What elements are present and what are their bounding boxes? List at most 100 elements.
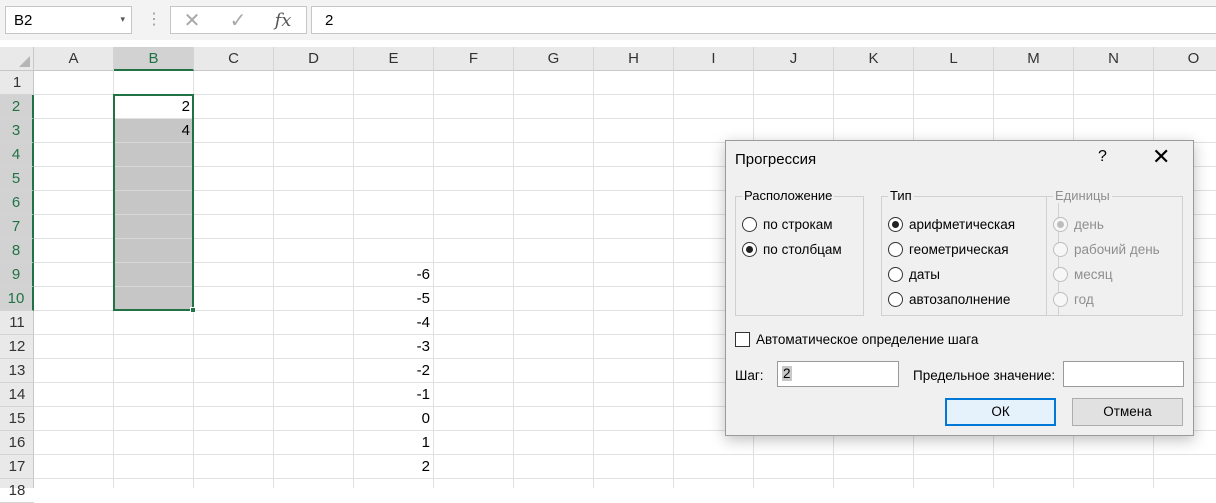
enter-icon[interactable]: ✓ bbox=[226, 9, 250, 33]
auto-step-checkbox[interactable]: Автоматическое определение шага bbox=[735, 331, 978, 349]
limit-label: Предельное значение: bbox=[913, 368, 1056, 383]
option-label: по строкам bbox=[763, 217, 833, 232]
row-header-7[interactable]: 7 bbox=[0, 215, 34, 239]
formula-input[interactable]: 2 bbox=[311, 6, 1216, 34]
step-input[interactable]: 2 bbox=[777, 361, 899, 387]
cancel-icon[interactable]: ✕ bbox=[180, 9, 204, 33]
row-header-8[interactable]: 8 bbox=[0, 239, 34, 263]
radio-circle bbox=[1053, 217, 1068, 232]
row-header-5[interactable]: 5 bbox=[0, 167, 34, 191]
radio-circle bbox=[1053, 267, 1068, 282]
column-header-d[interactable]: D bbox=[274, 47, 354, 71]
column-header-h[interactable]: H bbox=[594, 47, 674, 71]
units-group: Единицы день рабочий день месяц год bbox=[1046, 188, 1183, 316]
column-header-f[interactable]: F bbox=[434, 47, 514, 71]
column-header-k[interactable]: K bbox=[834, 47, 914, 71]
name-box[interactable]: B2 ▾ bbox=[5, 6, 132, 34]
column-header-c[interactable]: C bbox=[194, 47, 274, 71]
fill-handle[interactable] bbox=[190, 307, 196, 313]
row-header-18[interactable]: 18 bbox=[0, 479, 34, 503]
radio-circle bbox=[888, 267, 903, 282]
row-header-17[interactable]: 17 bbox=[0, 455, 34, 479]
close-icon[interactable]: ✕ bbox=[1152, 146, 1170, 168]
cell-e16[interactable]: 1 bbox=[354, 431, 430, 455]
step-value: 2 bbox=[782, 366, 792, 381]
cell-e13[interactable]: -2 bbox=[354, 359, 430, 383]
row-header-4[interactable]: 4 bbox=[0, 143, 34, 167]
row-headers: 1 2 3 4 5 6 7 8 9 10 11 12 13 14 15 16 17 18 bbox=[0, 71, 34, 503]
radio-circle bbox=[1053, 292, 1068, 307]
type-label: Тип bbox=[888, 188, 914, 203]
cell-b2[interactable]: 2 bbox=[114, 95, 190, 119]
option-label: арифметическая bbox=[909, 217, 1016, 232]
select-all-icon bbox=[19, 56, 30, 67]
units-label: Единицы bbox=[1053, 188, 1112, 203]
row-header-3[interactable]: 3 bbox=[0, 119, 34, 143]
formula-bar: B2 ▾ ⋮ ✕ ✓ fx 2 bbox=[0, 0, 1216, 40]
radio-circle bbox=[888, 217, 903, 232]
column-header-n[interactable]: N bbox=[1074, 47, 1154, 71]
column-header-g[interactable]: G bbox=[514, 47, 594, 71]
select-all-button[interactable] bbox=[0, 47, 34, 71]
row-header-15[interactable]: 15 bbox=[0, 407, 34, 431]
radio-autofill[interactable]: автозаполнение bbox=[888, 290, 1010, 310]
column-header-o[interactable]: O bbox=[1154, 47, 1216, 71]
radio-circle bbox=[742, 242, 757, 257]
column-header-e[interactable]: E bbox=[354, 47, 434, 71]
help-icon[interactable]: ? bbox=[1098, 148, 1107, 166]
row-header-16[interactable]: 16 bbox=[0, 431, 34, 455]
row-header-2[interactable]: 2 bbox=[0, 95, 34, 119]
cell-e9[interactable]: -6 bbox=[354, 263, 430, 287]
column-header-i[interactable]: I bbox=[674, 47, 754, 71]
radio-day: день bbox=[1053, 215, 1104, 235]
cell-b3[interactable]: 4 bbox=[114, 119, 190, 143]
checkbox-box bbox=[735, 332, 750, 347]
row-header-10[interactable]: 10 bbox=[0, 287, 34, 311]
cell-e12[interactable]: -3 bbox=[354, 335, 430, 359]
radio-by-rows[interactable]: по строкам bbox=[742, 215, 833, 235]
radio-dates[interactable]: даты bbox=[888, 265, 940, 285]
column-header-m[interactable]: M bbox=[994, 47, 1074, 71]
row-header-12[interactable]: 12 bbox=[0, 335, 34, 359]
radio-arithmetic[interactable]: арифметическая bbox=[888, 215, 1015, 235]
option-label: рабочий день bbox=[1074, 242, 1160, 257]
cell-e17[interactable]: 2 bbox=[354, 455, 430, 479]
row-header-14[interactable]: 14 bbox=[0, 383, 34, 407]
cell-e14[interactable]: -1 bbox=[354, 383, 430, 407]
row-header-13[interactable]: 13 bbox=[0, 359, 34, 383]
dialog-title: Прогрессия bbox=[735, 151, 817, 168]
name-box-value: B2 bbox=[14, 12, 33, 29]
column-header-a[interactable]: A bbox=[34, 47, 114, 71]
cell-e10[interactable]: -5 bbox=[354, 287, 430, 311]
option-label: автозаполнение bbox=[909, 292, 1011, 307]
cell-e15[interactable]: 0 bbox=[354, 407, 430, 431]
limit-input[interactable] bbox=[1063, 361, 1184, 387]
row-header-1[interactable]: 1 bbox=[0, 71, 34, 95]
drag-handle-icon[interactable]: ⋮ bbox=[146, 8, 162, 32]
step-label: Шаг: bbox=[735, 368, 764, 383]
chevron-down-icon[interactable]: ▾ bbox=[120, 14, 125, 25]
insert-function-icon[interactable]: fx bbox=[271, 9, 295, 33]
formula-buttons: ✕ ✓ fx bbox=[170, 6, 307, 34]
radio-geometric[interactable]: геометрическая bbox=[888, 240, 1009, 260]
row-header-11[interactable]: 11 bbox=[0, 311, 34, 335]
column-header-l[interactable]: L bbox=[914, 47, 994, 71]
type-group: Тип арифметическая геометрическая даты а… bbox=[881, 188, 1059, 316]
radio-circle bbox=[1053, 242, 1068, 257]
radio-circle bbox=[742, 217, 757, 232]
radio-by-columns[interactable]: по столбцам bbox=[742, 240, 842, 260]
cancel-button[interactable]: Отмена bbox=[1072, 398, 1183, 426]
cell-e11[interactable]: -4 bbox=[354, 311, 430, 335]
option-label: месяц bbox=[1074, 267, 1113, 282]
column-header-j[interactable]: J bbox=[754, 47, 834, 71]
checkbox-label: Автоматическое определение шага bbox=[756, 332, 979, 347]
progression-dialog: Прогрессия ? ✕ Расположение по строкам п… bbox=[725, 140, 1194, 436]
row-header-6[interactable]: 6 bbox=[0, 191, 34, 215]
ok-button[interactable]: ОК bbox=[945, 398, 1056, 426]
column-header-b[interactable]: B bbox=[114, 47, 194, 71]
radio-year: год bbox=[1053, 290, 1094, 310]
option-label: день bbox=[1074, 217, 1104, 232]
option-label: геометрическая bbox=[909, 242, 1009, 257]
option-label: даты bbox=[909, 267, 940, 282]
row-header-9[interactable]: 9 bbox=[0, 263, 34, 287]
